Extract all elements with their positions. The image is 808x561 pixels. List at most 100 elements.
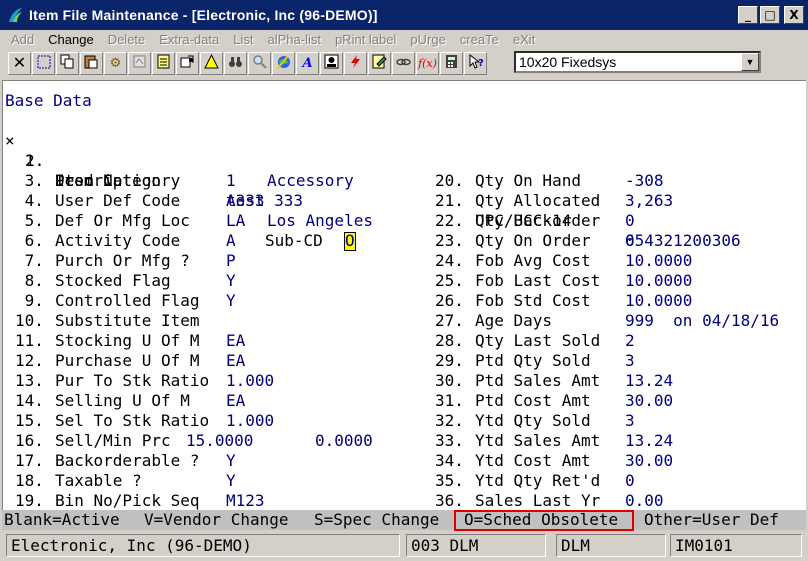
field-value[interactable]: EA [226,351,245,371]
chevron-down-icon[interactable]: ▼ [741,53,759,71]
title-bar[interactable]: Item File Maintenance - [Electronic, Inc… [0,0,808,30]
window-title: Item File Maintenance - [Electronic, Inc… [29,7,378,23]
field-value[interactable]: 10.0000 [625,251,692,271]
field-label: Bin No/Pick Seq [55,491,200,510]
contact-icon [324,54,339,72]
field-number: 30. [435,371,464,390]
binoculars-button[interactable] [224,51,247,75]
link-button[interactable] [392,51,415,75]
field-number: 36. [435,491,464,510]
field-number: 20. [435,171,464,190]
field-value[interactable]: 1 [226,171,236,191]
menu-purge[interactable]: pUrge [403,32,452,47]
lightning-button[interactable] [344,51,367,75]
sub-cd-input[interactable]: O [344,232,356,251]
field-label: Ytd Qty Sold [475,411,591,430]
magnifier-button[interactable] [248,51,271,75]
field-value[interactable]: M123 [226,491,265,511]
field-label: Controlled Flag [55,291,200,310]
font-select[interactable]: 10x20 Fixedsys ▼ [514,51,761,73]
field-value[interactable]: -308 [625,171,664,191]
field-value[interactable]: Y [226,271,236,291]
field-value[interactable]: 13.24 [625,431,673,451]
menu-extra-data[interactable]: Extra-data [152,32,226,47]
menu-change[interactable]: Change [41,32,101,47]
magnifier-icon [252,54,267,72]
menu-exit[interactable]: eXit [506,32,542,47]
edit-doc-icon [372,54,387,72]
field-value[interactable]: 3,263 [625,191,673,211]
notepad-button[interactable] [152,51,175,75]
field-value[interactable]: 654321200306 [625,231,741,251]
alert-button[interactable] [200,51,223,75]
maximize-button[interactable]: □ [760,6,780,24]
field-value[interactable]: 1.000 [226,371,274,391]
field-value[interactable]: Y [226,451,236,471]
close-button[interactable]: X [784,6,804,24]
field-number: 27. [435,311,464,330]
field-value[interactable]: 10.0000 [625,271,692,291]
menu-list[interactable]: List [226,32,260,47]
field-value[interactable]: LA [226,211,245,231]
field-value[interactable]: 0 [625,211,635,231]
field-value[interactable]: A [226,231,236,251]
field-value[interactable]: 0.00 [625,491,664,511]
field-number: 32. [435,411,464,430]
field-value[interactable]: Y [226,471,236,491]
field-value[interactable]: test 333 [226,191,303,211]
field-label: Fob Last Cost [475,271,601,290]
function-button[interactable]: f(x) [416,51,439,75]
field-value[interactable]: 15.0000 [186,431,253,451]
field-label: Taxable ? [55,471,142,490]
menu-create[interactable]: creaTe [453,32,506,47]
field-value[interactable]: 30.00 [625,391,673,411]
field-number: 9. [15,291,44,310]
field-label: Qty On Order [475,231,591,250]
calculator-button[interactable] [440,51,463,75]
field-number: 3. [15,171,44,190]
field-value[interactable]: 0 [625,471,635,491]
field-label: Ytd Sales Amt [475,431,601,450]
menu-print-label[interactable]: pRint label [328,32,403,47]
minimize-button[interactable]: _ [738,6,758,24]
field-value[interactable]: 3 [625,351,635,371]
field-extra-value: Los Angeles [267,211,373,230]
field-value[interactable]: 3 [625,411,635,431]
sub-cd-label: Sub-CD [265,231,323,250]
field-number: 21. [435,191,464,210]
help-pointer-button[interactable]: ? [464,51,487,75]
field-value[interactable]: 0 [625,231,635,251]
paste-button[interactable] [80,51,103,75]
field-label: Def Or Mfg Loc [55,211,190,230]
stamp-button[interactable] [176,51,199,75]
edit-doc-button[interactable] [368,51,391,75]
menu-alpha-list[interactable]: alPha-list [260,32,327,47]
copy-button[interactable] [56,51,79,75]
field-value[interactable]: P [226,251,236,271]
status-user: 003 DLM [406,534,546,557]
gear-button[interactable]: ⚙ [104,51,127,75]
menu-add[interactable]: Add [4,32,41,47]
terminal-screen[interactable]: Base Data × 1. Item No A333 UPC/UCC-14 6… [2,80,806,530]
field-value[interactable]: 10.0000 [625,291,692,311]
field-value[interactable]: 999 on 04/18/16 [625,311,779,331]
field-value[interactable]: Y [226,291,236,311]
field-number: 17. [15,451,44,470]
field-label: Ptd Qty Sold [475,351,591,370]
field-value[interactable]: 1.000 [226,411,274,431]
select-rect-button[interactable] [32,51,55,75]
menu-delete[interactable]: Delete [101,32,153,47]
field-value[interactable]: EA [226,331,245,351]
contact-button[interactable] [320,51,343,75]
globe-button[interactable] [272,51,295,75]
properties-button[interactable] [128,51,151,75]
field-value[interactable]: 2 [625,331,635,351]
field-value[interactable]: EA [226,391,245,411]
field-value[interactable]: 30.00 [625,451,673,471]
field-label: Substitute Item [55,311,200,330]
script-button[interactable]: A [296,51,319,75]
field-number: 12. [15,351,44,370]
close-x-button[interactable]: ✕ [8,51,31,75]
field-value[interactable]: 13.24 [625,371,673,391]
field-label: Age Days [475,311,553,330]
